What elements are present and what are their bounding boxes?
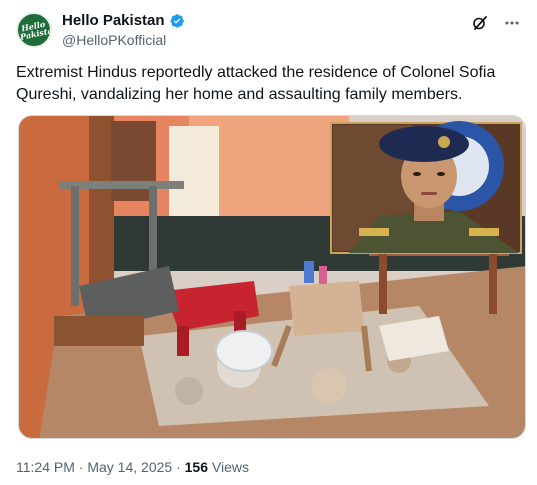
- verified-badge-icon: [170, 14, 184, 28]
- tweet-header: Hello Pakistan Hello Pakistan @HelloPKof…: [16, 10, 521, 50]
- meta-separator: ·: [176, 459, 181, 475]
- tweet-meta: 11:24 PM · May 14, 2025 · 156 Views: [16, 458, 249, 476]
- handle[interactable]: @HelloPKofficial: [62, 31, 185, 49]
- more-options-button[interactable]: [503, 14, 521, 32]
- display-name-row[interactable]: Hello Pakistan: [62, 12, 185, 30]
- meta-separator: ·: [78, 459, 84, 475]
- grok-button[interactable]: [471, 14, 489, 32]
- avatar[interactable]: Hello Pakistan: [16, 12, 52, 48]
- more-options-icon: [505, 21, 519, 25]
- tweet-text: Extremist Hindus reportedly attacked the…: [16, 64, 496, 103]
- media-image: [19, 116, 525, 438]
- views-count[interactable]: 156: [185, 459, 208, 475]
- header-actions: [471, 14, 521, 32]
- avatar-logo-text: Hello Pakistan: [19, 18, 52, 42]
- tweet-media[interactable]: [18, 115, 526, 439]
- inset-photo: [330, 121, 522, 254]
- author-names: Hello Pakistan @HelloPKofficial: [62, 12, 185, 49]
- grok-icon: [473, 16, 487, 30]
- views-label: Views: [211, 459, 249, 475]
- tweet-time[interactable]: 11:24 PM: [16, 459, 75, 475]
- display-name[interactable]: Hello Pakistan: [62, 12, 165, 30]
- tweet-date[interactable]: May 14, 2025: [87, 459, 172, 475]
